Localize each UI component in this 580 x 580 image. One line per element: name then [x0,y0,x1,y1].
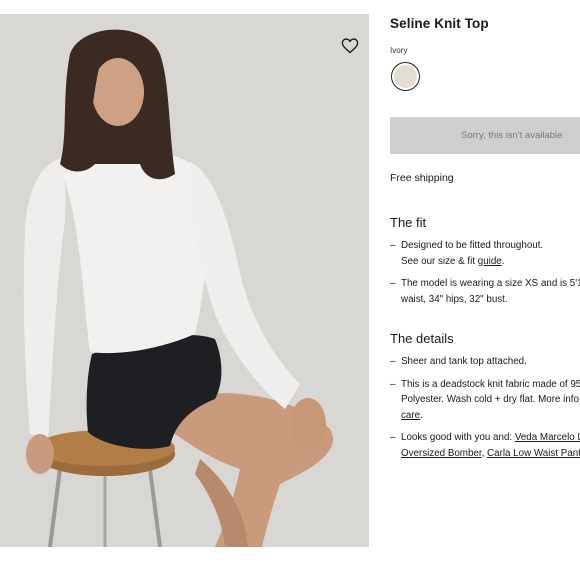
dash-marker: – [390,378,396,390]
fit-bullet-2-line-1: The model is wearing a size XS and is 5'… [401,278,580,289]
veda-pant-link[interactable]: Veda Marcelo Leather Pant [515,432,580,443]
product-image [0,14,369,547]
favorite-button[interactable] [336,32,364,60]
punctuation: . [501,255,505,267]
carla-pant-link[interactable]: Carla Low Waist Pant [487,448,580,459]
swatch-fill [394,65,417,88]
heart-icon [341,38,359,54]
details-bullet-3-intro: Looks good with you and: [401,432,515,443]
list-item: – The model is wearing a size XS and is … [390,276,580,307]
color-label: Ivory [390,46,408,55]
color-swatch-ivory[interactable] [391,62,420,91]
list-item: – Designed to be fitted throughout. See … [390,238,580,269]
dash-marker: – [390,278,396,289]
details-bullet-1: Sheer and tank top attached. [401,356,527,367]
garment-care-link[interactable]: care [401,410,420,421]
dash-marker: – [390,432,396,443]
product-title: Seline Knit Top [390,16,489,31]
fit-bullet-1-line-2: See our size & fit [401,255,478,267]
details-bullet-2-line-2: Polyester. Wash cold + dry flat. More in… [401,394,580,405]
punctuation: . [420,409,423,421]
list-item: – This is a deadstock knit fabric made o… [390,377,580,424]
size-guide-link[interactable]: guide [478,256,502,267]
details-list: – Sheer and tank top attached. – This is… [390,354,580,468]
details-bullet-2-line-1: This is a deadstock knit fabric made of … [401,378,580,390]
list-item: – Looks good with you and: Veda Marcelo … [390,430,580,461]
unavailable-button[interactable]: Sorry, this isn't available [390,117,580,154]
list-item: – Sheer and tank top attached. [390,354,580,370]
fit-list: – Designed to be fitted throughout. See … [390,238,580,314]
product-info-panel: Seline Knit Top Ivory Sorry, this isn't … [390,0,580,580]
fit-bullet-1-line-1: Designed to be fitted throughout. [401,240,544,251]
dash-marker: – [390,356,396,367]
fit-section-title: The fit [390,215,427,230]
dash-marker: – [390,240,396,251]
oversized-bomber-link[interactable]: Oversized Bomber [401,448,482,459]
model-photo-illustration [0,14,369,547]
fit-bullet-2-line-2: waist, 34" hips, 32" bust. [401,293,508,305]
details-section-title: The details [390,331,454,346]
shipping-info: Free shipping [390,172,454,184]
